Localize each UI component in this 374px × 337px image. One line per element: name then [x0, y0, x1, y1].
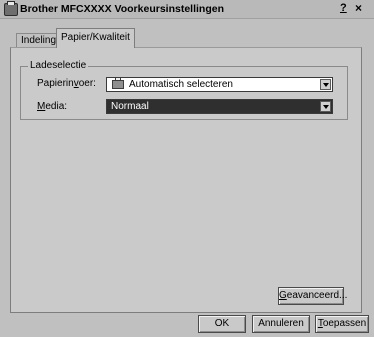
tab-papier-kwaliteit-label: Papier/Kwaliteit — [61, 32, 130, 43]
window-title: Brother MFCXXXX Voorkeursinstellingen — [20, 3, 225, 15]
tab-indeling-label: Indeling — [21, 35, 57, 46]
chevron-down-icon[interactable] — [320, 101, 331, 112]
tab-indeling[interactable]: Indeling — [16, 33, 62, 48]
paper-source-select[interactable]: Automatisch selecteren — [106, 77, 333, 92]
advanced-button[interactable]: Geavanceerd... — [278, 287, 347, 305]
printer-app-icon — [4, 1, 18, 16]
media-select[interactable]: Normaal — [106, 99, 333, 114]
media-value: Normaal — [111, 101, 149, 112]
group-legend: Ladeselectie — [28, 60, 89, 71]
chevron-down-icon[interactable] — [320, 79, 331, 90]
media-label: Media: — [37, 101, 68, 112]
close-button[interactable]: × — [355, 1, 362, 15]
cancel-button[interactable]: Annuleren — [252, 315, 310, 333]
title-bar: Brother MFCXXXX Voorkeursinstellingen ? … — [0, 0, 374, 19]
printer-icon — [112, 78, 124, 89]
paper-source-value: Automatisch selecteren — [129, 79, 233, 90]
tab-papier-kwaliteit[interactable]: Papier/Kwaliteit — [56, 28, 135, 48]
ok-button[interactable]: OK — [198, 315, 246, 333]
paper-source-label: Papierinvoer: — [37, 78, 96, 89]
help-button[interactable]: ? — [340, 2, 347, 14]
apply-button[interactable]: Toepassen — [315, 315, 369, 333]
